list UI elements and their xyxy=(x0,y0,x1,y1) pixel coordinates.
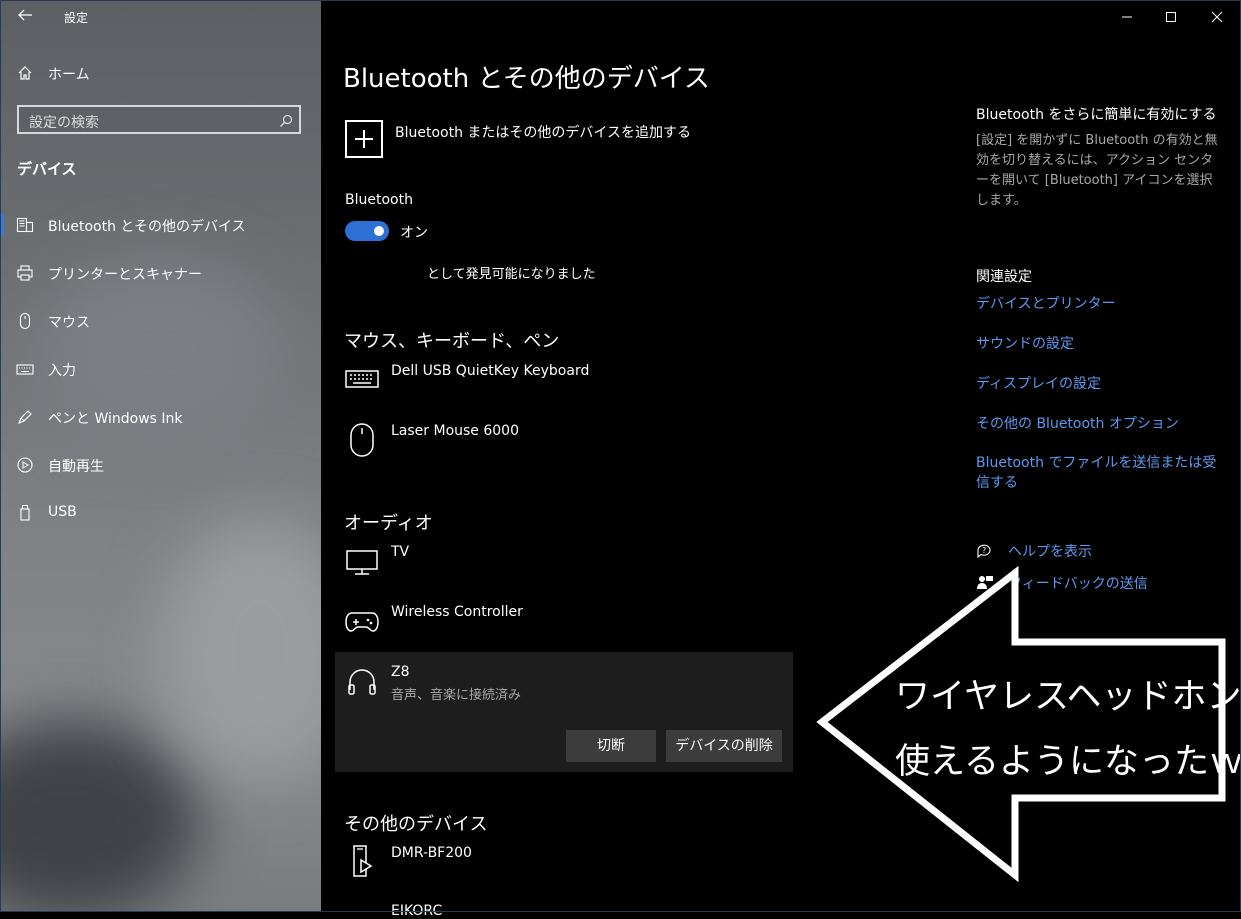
keyboard-icon xyxy=(344,362,380,398)
sidebar-item-bluetooth[interactable]: Bluetooth とその他のデバイス xyxy=(0,205,321,245)
close-icon[interactable] xyxy=(1202,4,1232,30)
sidebar-item-mouse[interactable]: マウス xyxy=(0,301,321,341)
device-status: 音声、音楽に接続済み xyxy=(391,688,522,703)
sidebar-item-label: 入力 xyxy=(48,363,76,379)
search-input[interactable]: 設定の検索 xyxy=(17,105,301,134)
sidebar-item-label: 自動再生 xyxy=(48,459,104,475)
sidebar-item-label: プリンターとスキャナー xyxy=(48,267,202,283)
related-settings-heading: 関連設定 xyxy=(976,269,1032,285)
back-arrow-icon[interactable] xyxy=(16,6,34,24)
link-display-settings[interactable]: ディスプレイの設定 xyxy=(976,373,1101,393)
section-heading-audio: オーディオ xyxy=(344,513,433,534)
bluetooth-devices-icon xyxy=(16,216,34,234)
page-title: Bluetooth とその他のデバイス xyxy=(343,64,710,94)
sidebar-item-usb[interactable]: USB xyxy=(0,493,321,533)
pen-icon xyxy=(16,408,34,426)
bluetooth-label: Bluetooth xyxy=(345,192,413,208)
mouse-icon xyxy=(344,422,380,458)
sidebar-item-label: Bluetooth とその他のデバイス xyxy=(48,219,246,235)
search-icon xyxy=(279,113,293,127)
device-name[interactable]: Z8 xyxy=(391,664,410,680)
remove-device-button[interactable]: デバイスの削除 xyxy=(666,730,782,762)
home-icon xyxy=(16,64,34,82)
window-title: 設定 xyxy=(64,11,89,25)
link-sound-settings[interactable]: サウンドの設定 xyxy=(976,333,1074,353)
search-placeholder: 設定の検索 xyxy=(29,115,99,131)
link-more-bluetooth-options[interactable]: その他の Bluetooth オプション xyxy=(976,413,1179,433)
printer-icon xyxy=(16,264,34,282)
sidebar-item-label: マウス xyxy=(48,315,90,331)
media-device-icon xyxy=(344,844,380,880)
link-bluetooth-file-transfer[interactable]: Bluetooth でファイルを送信または受信する xyxy=(976,453,1226,493)
discoverable-text: として発見可能になりました xyxy=(427,267,596,282)
device-name[interactable]: Laser Mouse 6000 xyxy=(391,423,519,439)
sidebar-item-label: ホーム xyxy=(48,67,90,83)
sidebar-item-printers[interactable]: プリンターとスキャナー xyxy=(0,253,321,293)
keyboard-icon xyxy=(16,360,34,378)
device-name[interactable]: Wireless Controller xyxy=(391,604,523,620)
link-devices-printers[interactable]: デバイスとプリンター xyxy=(976,293,1116,313)
section-heading-other: その他のデバイス xyxy=(344,814,488,835)
usb-icon xyxy=(16,504,34,522)
minimize-icon[interactable] xyxy=(1112,4,1142,30)
gamepad-icon xyxy=(344,603,380,639)
bluetooth-toggle-state: オン xyxy=(400,225,428,241)
annotation-line-1: ワイヤレスヘッドホンが xyxy=(895,677,1241,717)
sidebar-item-pen[interactable]: ペンと Windows Ink xyxy=(0,397,321,437)
tip-text: [設定] を開かずに Bluetooth の有効と無効を切り替えるには、アクショ… xyxy=(976,133,1218,208)
category-heading: デバイス xyxy=(17,160,77,178)
help-icon: ? xyxy=(976,542,994,560)
monitor-icon xyxy=(344,543,380,579)
help-link[interactable]: ヘルプを表示 xyxy=(1008,541,1092,561)
device-name[interactable]: DMR-BF200 xyxy=(391,845,472,861)
sidebar-item-label: ペンと Windows Ink xyxy=(48,411,183,427)
section-heading-input: マウス、キーボード、ペン xyxy=(344,331,560,352)
mouse-icon xyxy=(16,312,34,330)
disconnect-button[interactable]: 切断 xyxy=(566,730,656,762)
tip-heading: Bluetooth をさらに簡単に有効にする xyxy=(976,107,1217,123)
sidebar: 設定 ホーム 設定の検索 デバイス Bluetooth とその他のデバイス プリ… xyxy=(0,0,321,912)
device-name[interactable]: TV xyxy=(391,544,409,560)
add-device-icon[interactable] xyxy=(345,120,383,158)
sidebar-item-input[interactable]: 入力 xyxy=(0,349,321,389)
maximize-icon[interactable] xyxy=(1156,4,1186,30)
add-device-button[interactable]: Bluetooth またはその他のデバイスを追加する xyxy=(395,122,691,142)
svg-text:?: ? xyxy=(982,546,986,555)
sidebar-item-autoplay[interactable]: 自動再生 xyxy=(0,445,321,485)
bluetooth-toggle[interactable] xyxy=(345,221,389,241)
device-name[interactable]: EIKORC xyxy=(391,903,442,919)
sidebar-item-label: USB xyxy=(48,504,77,520)
autoplay-icon xyxy=(16,456,34,474)
sidebar-item-home[interactable]: ホーム xyxy=(0,53,321,93)
device-name[interactable]: Dell USB QuietKey Keyboard xyxy=(391,363,589,379)
headphones-icon xyxy=(344,664,380,700)
annotation-arrow xyxy=(816,565,1226,883)
annotation-line-2: 使えるようになったｗ xyxy=(895,742,1241,782)
